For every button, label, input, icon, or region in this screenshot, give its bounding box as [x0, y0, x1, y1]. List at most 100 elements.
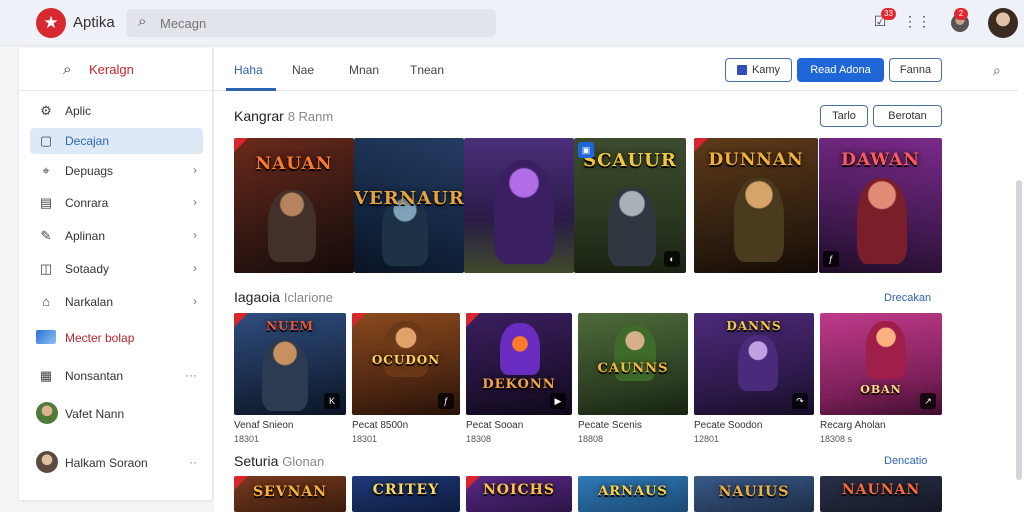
tab-haha[interactable]: Haha — [234, 63, 263, 77]
game-tile[interactable]: NAUIUS — [694, 476, 814, 512]
game-meta: 18301 — [234, 434, 260, 444]
more-icon[interactable]: ··· — [185, 368, 197, 382]
search-icon: ⌕ — [63, 61, 72, 78]
grid-dots-icon: ⋮⋮ — [903, 12, 931, 29]
user-avatar[interactable] — [988, 8, 1018, 38]
play-icon[interactable]: ▶ — [550, 393, 566, 409]
top-bar: ★ Aptika ⌕ ☑ 33 ⋮⋮ 2 — [0, 0, 1024, 46]
tag-icon: ⌖ — [42, 163, 50, 178]
kamy-button-label: Kamy — [751, 64, 781, 76]
search-input[interactable] — [160, 13, 480, 33]
featured-tile[interactable]: DAWAN ƒ — [819, 138, 942, 273]
section3-subtitle: Glonan — [282, 454, 325, 469]
app-name: Aptika — [73, 14, 115, 31]
hero-figure — [268, 190, 316, 262]
chevron-right-icon: › — [193, 228, 197, 242]
kamy-button[interactable]: Kamy — [725, 58, 792, 82]
more-icon[interactable]: ·· — [189, 455, 197, 469]
game-name[interactable]: Venaf Snieon — [234, 420, 294, 431]
search-box[interactable]: ⌕ — [126, 9, 496, 37]
tab-nae[interactable]: Nae — [292, 63, 314, 77]
read-adona-button[interactable]: Read Adona — [797, 58, 884, 82]
game-meta: 18301 — [352, 434, 378, 444]
section2-see-all-link[interactable]: Drecakan — [884, 292, 931, 304]
play-icon[interactable]: ↷ — [792, 393, 808, 409]
sidebar-item-vafet-nann[interactable]: Vafet Nann — [30, 401, 203, 427]
sidebar-item-sotaady[interactable]: ◫ Sotaady › — [30, 256, 203, 282]
filter-tarlo-button[interactable]: Tarlo — [820, 105, 868, 127]
game-meta: 18808 — [578, 434, 604, 444]
game-name[interactable]: Pecate Scenis — [578, 420, 642, 431]
scrollbar[interactable] — [1016, 180, 1022, 480]
game-tile[interactable]: CRITEY — [352, 476, 460, 512]
game-tile[interactable]: NAUNAN — [820, 476, 942, 512]
pen-icon: ✎ — [40, 228, 52, 243]
featured-tile[interactable]: VERNAUR — [354, 138, 464, 273]
game-name[interactable]: Recarg Aholan — [820, 420, 886, 431]
info-icon[interactable]: ƒ — [823, 251, 839, 267]
sidebar-item-decajan[interactable]: ▢ Decajan — [30, 128, 203, 154]
game-tile[interactable]: SEVNAN — [234, 476, 346, 512]
game-tile[interactable]: DANNS ↷ — [694, 313, 814, 415]
sidebar-item-label: Mecter bolap — [65, 331, 135, 345]
play-icon[interactable]: ↗ — [920, 393, 936, 409]
tile-art-title: DANNS — [726, 319, 782, 333]
square-icon: ▢ — [39, 133, 53, 148]
sidebar-header[interactable]: ⌕ Keralgn — [19, 48, 213, 91]
featured-tile[interactable]: NAUAN — [234, 138, 354, 273]
sidebar-header-label: Keralgn — [89, 62, 134, 77]
game-name[interactable]: Pecat 8500n — [352, 420, 408, 431]
featured-tile[interactable]: SCAUUR ▣ ◐ — [574, 138, 686, 273]
game-tile[interactable]: NOICHS — [466, 476, 572, 512]
play-icon[interactable]: ƒ — [438, 393, 454, 409]
section3-see-all-link[interactable]: Dencatio — [884, 455, 927, 467]
tab-mnan[interactable]: Mnan — [349, 63, 379, 77]
sidebar-item-label: Vafet Nann — [65, 407, 125, 421]
sidebar-item-label: Aplinan — [65, 229, 106, 243]
sidebar-item-aplic[interactable]: ⚙ Aplic — [30, 98, 203, 124]
sidebar-item-narkalan[interactable]: ⌂ Narkalan › — [30, 289, 203, 315]
featured-tile[interactable] — [464, 138, 574, 273]
game-tile[interactable]: DEKONN ▶ — [466, 313, 572, 415]
apps-menu-button[interactable]: ⋮⋮ — [903, 10, 931, 32]
sidebar-item-halkam-soraon[interactable]: Halkam Soraon ·· — [30, 450, 203, 476]
sidebar-item-depuags[interactable]: ⌖ Depuags › — [30, 158, 203, 184]
game-tile[interactable]: CAUNNS — [578, 313, 688, 415]
play-icon[interactable]: ◐ — [664, 251, 680, 267]
sidebar-item-nonsantan[interactable]: ▦ Nonsantan ··· — [30, 363, 203, 389]
section2-title: Iagaoia Iclarione — [234, 289, 333, 305]
game-name[interactable]: Pecat Sooan — [466, 420, 523, 431]
play-icon[interactable]: K — [324, 393, 340, 409]
app-logo-icon[interactable]: ★ — [36, 8, 66, 38]
tile-art-title: CRITEY — [372, 482, 440, 498]
new-ribbon — [352, 313, 366, 327]
gear-icon: ⚙ — [40, 103, 52, 118]
game-name[interactable]: Pecate Soodon — [694, 420, 762, 431]
sidebar-item-conrara[interactable]: ▤ Conrara › — [30, 190, 203, 216]
game-tile[interactable]: ARNAUS — [578, 476, 688, 512]
search-icon: ⌕ — [138, 13, 147, 30]
game-tile[interactable]: OCUDON ƒ — [352, 313, 460, 415]
game-tile[interactable]: OBAN ↗ — [820, 313, 942, 415]
sidebar-item-label: Decajan — [65, 134, 110, 148]
new-ribbon — [466, 313, 480, 327]
briefcase-icon: ▤ — [39, 195, 53, 210]
filter-berotan-button[interactable]: Berotan — [873, 105, 942, 127]
featured-tile[interactable]: DUNNAN — [694, 138, 818, 273]
sidebar-item-aplinan[interactable]: ✎ Aplinan › — [30, 223, 203, 249]
section2-subtitle: Iclarione — [283, 290, 333, 305]
photo-icon — [36, 330, 56, 344]
tile-art-title: OCUDON — [371, 353, 441, 367]
hero-figure — [738, 335, 778, 391]
sidebar-item-mecter-bolap[interactable]: Mecter bolap — [30, 325, 203, 351]
search-icon[interactable]: ⌕ — [993, 62, 1001, 79]
game-meta: 18308 — [466, 434, 492, 444]
main-content: Haha Nae Mnan Tnean Kamy Read Adona Fann… — [214, 48, 1024, 512]
sidebar-item-label: Halkam Soraon — [65, 456, 148, 470]
game-meta: 12801 — [694, 434, 720, 444]
sidebar-item-label: Narkalan — [65, 295, 114, 309]
sidebar-item-label: Conrara — [65, 196, 109, 210]
game-tile[interactable]: NUEM K — [234, 313, 346, 415]
fanna-button[interactable]: Fanna — [889, 58, 942, 82]
tab-tnean[interactable]: Tnean — [410, 63, 444, 77]
